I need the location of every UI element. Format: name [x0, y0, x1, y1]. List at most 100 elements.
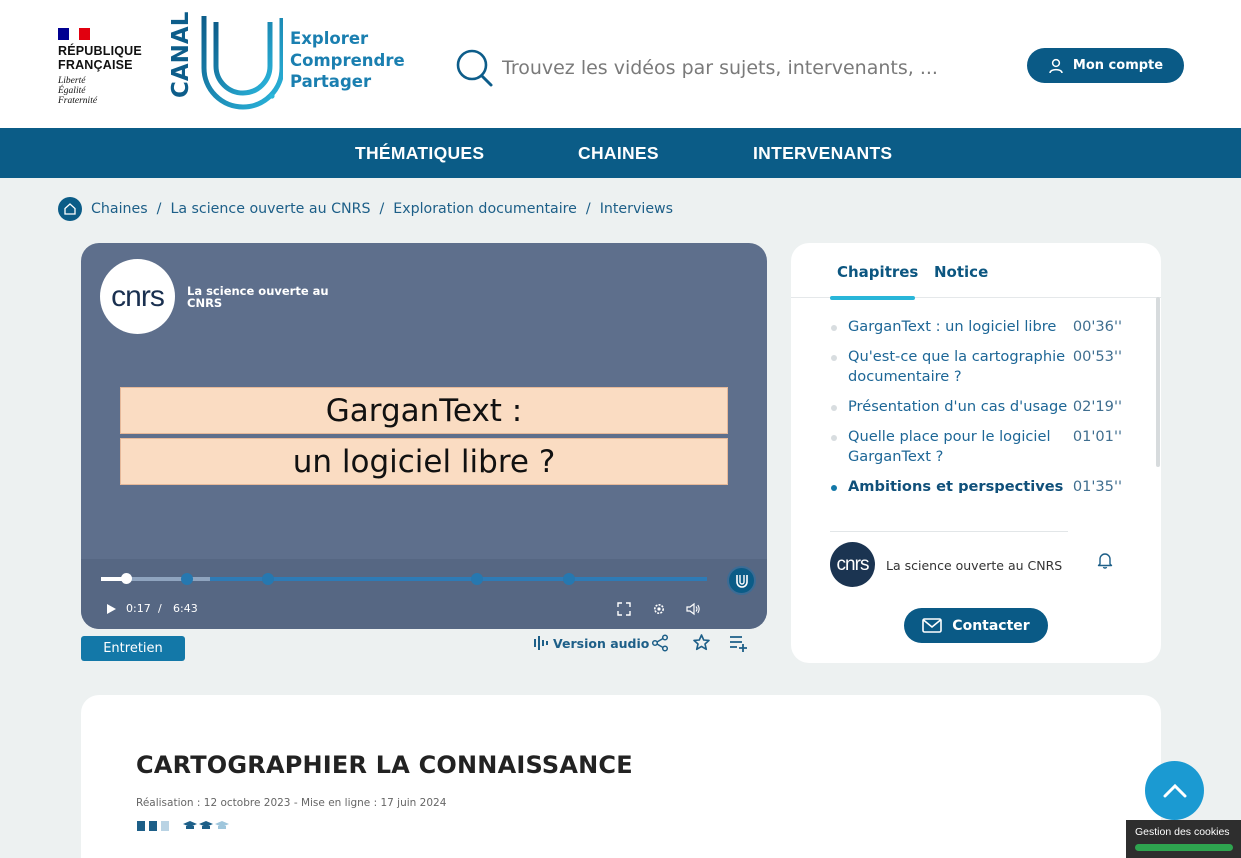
- volume-icon[interactable]: [685, 601, 701, 617]
- add-to-playlist-icon[interactable]: [729, 634, 749, 652]
- current-time: 0:17: [126, 602, 151, 615]
- video-player[interactable]: cnrs La science ouverte au CNRS GarganTe…: [81, 243, 767, 629]
- breadcrumb-separator: /: [156, 201, 162, 217]
- tab-chapitres[interactable]: Chapitres: [837, 263, 918, 281]
- chapter-title: Ambitions et perspectives: [848, 478, 1064, 493]
- audio-version-label: Version audio: [553, 635, 650, 651]
- slide-line-1: GarganText :: [120, 387, 728, 434]
- scroll-to-top-button[interactable]: [1145, 761, 1204, 820]
- chapter-bullet: [831, 325, 837, 331]
- time-separator: /: [158, 602, 162, 615]
- chapter-duration: 00'36'': [1072, 318, 1122, 335]
- breadcrumb-interviews[interactable]: Interviews: [600, 201, 673, 217]
- republic-line-2: FRANÇAISE: [58, 58, 133, 72]
- chapter-bullet: [831, 405, 837, 411]
- chapter-title: Présentation d'un cas d'usage: [848, 398, 1068, 415]
- chapter-title: Qu'est-ce que la cartographie documentai…: [848, 348, 1066, 385]
- motto-line-1: Liberté: [58, 76, 86, 86]
- cookie-status-bar: [1135, 844, 1233, 851]
- channel-avatar-text: cnrs: [836, 553, 870, 575]
- cnrs-logo-text: cnrs: [111, 279, 165, 313]
- chapter-marker[interactable]: [563, 573, 575, 585]
- tagline: Explorer Comprendre Partager: [290, 28, 405, 93]
- chevron-up-icon: [1163, 783, 1186, 797]
- motto-line-3: Fraternité: [58, 96, 98, 106]
- chapter-list: GarganText : un logiciel libre 00'36'' Q…: [830, 315, 1130, 493]
- breadcrumb-chaines[interactable]: Chaines: [91, 201, 148, 217]
- chapter-duration: 02'19'': [1072, 398, 1122, 415]
- breadcrumb-channel[interactable]: La science ouverte au CNRS: [170, 201, 370, 217]
- chapter-bullet: [831, 355, 837, 361]
- video-info-card: CARTOGRAPHIER LA CONNAISSANCE Réalisatio…: [81, 695, 1161, 858]
- chapter-marker[interactable]: [262, 573, 274, 585]
- chapter-marker[interactable]: [471, 573, 483, 585]
- motto-line-2: Égalité: [58, 86, 86, 96]
- chapter-duration: 01'01'': [1072, 428, 1122, 445]
- bell-icon[interactable]: [1097, 551, 1113, 569]
- favorite-star-icon[interactable]: [692, 633, 711, 652]
- republic-motto: Liberté Égalité Fraternité: [58, 76, 158, 106]
- chapter-bullet: [831, 435, 837, 441]
- chapters-panel: Chapitres Notice GarganText : un logicie…: [791, 243, 1161, 663]
- chapter-marker[interactable]: [181, 573, 193, 585]
- content-type-tag[interactable]: Entretien: [81, 636, 185, 661]
- share-icon[interactable]: [651, 634, 669, 652]
- chapter-title: Quelle place pour le logiciel GarganText…: [848, 428, 1051, 465]
- chapter-bullet: [831, 485, 837, 491]
- french-flag-icon: [58, 28, 91, 40]
- education-level-icon: [183, 821, 229, 829]
- tagline-explorer: Explorer: [290, 29, 369, 48]
- breadcrumb-separator: /: [585, 201, 591, 217]
- home-button[interactable]: [58, 197, 82, 221]
- canal-u-logo[interactable]: CANAL: [168, 12, 283, 110]
- player-controls: 0:17 / 6:43: [81, 559, 767, 629]
- svg-text:CANAL: CANAL: [168, 12, 194, 98]
- audio-version-button[interactable]: Version audio: [533, 632, 649, 654]
- progress-buffered: [126, 577, 211, 581]
- canal-u-player-icon[interactable]: [727, 566, 756, 595]
- video-title: CARTOGRAPHIER LA CONNAISSANCE: [136, 751, 633, 779]
- chapter-title: GarganText : un logiciel libre: [848, 318, 1057, 335]
- slide-line-2: un logiciel libre ?: [120, 438, 728, 485]
- cnrs-logo: cnrs: [100, 259, 175, 334]
- settings-icon[interactable]: [651, 601, 667, 617]
- breadcrumb-collection[interactable]: Exploration documentaire: [393, 201, 577, 217]
- site-header: RÉPUBLIQUE FRANÇAISE Liberté Égalité Fra…: [0, 0, 1241, 128]
- fullscreen-icon[interactable]: [616, 601, 632, 617]
- panel-divider: [830, 531, 1068, 532]
- nav-item-chaines[interactable]: CHAINES: [578, 128, 659, 178]
- play-icon[interactable]: [103, 601, 119, 617]
- main-nav: THÉMATIQUES CHAINES INTERVENANTS: [0, 128, 1241, 178]
- level-indicators: [136, 820, 232, 832]
- nav-item-thematiques[interactable]: THÉMATIQUES: [355, 128, 484, 178]
- channel-avatar[interactable]: cnrs: [830, 542, 875, 587]
- tagline-partager: Partager: [290, 72, 372, 91]
- contact-button[interactable]: Contacter: [904, 608, 1048, 643]
- search-icon[interactable]: [456, 48, 494, 88]
- video-channel-overlay: La science ouverte au CNRS: [187, 284, 329, 310]
- breadcrumb: Chaines / La science ouverte au CNRS / E…: [58, 197, 673, 221]
- republic-line-1: RÉPUBLIQUE: [58, 44, 142, 58]
- mail-icon: [922, 618, 943, 633]
- active-tab-indicator: [830, 296, 915, 300]
- cookie-settings-label: Gestion des cookies: [1135, 826, 1230, 838]
- chapter-duration: 00'53'': [1072, 348, 1122, 365]
- republique-francaise-logo[interactable]: RÉPUBLIQUE FRANÇAISE Liberté Égalité Fra…: [58, 28, 158, 106]
- account-button[interactable]: Mon compte: [1027, 48, 1184, 83]
- document-level-icon: [137, 821, 169, 831]
- tagline-comprendre: Comprendre: [290, 50, 405, 70]
- contact-label: Contacter: [952, 617, 1030, 634]
- account-label: Mon compte: [1072, 58, 1164, 73]
- chapter-scrollbar[interactable]: [1156, 297, 1160, 467]
- tab-notice[interactable]: Notice: [934, 263, 988, 281]
- cookie-settings-button[interactable]: Gestion des cookies: [1126, 820, 1241, 858]
- progress-bar[interactable]: [101, 573, 707, 585]
- search-input[interactable]: [502, 57, 972, 79]
- republic-name: RÉPUBLIQUE FRANÇAISE: [58, 44, 158, 72]
- nav-item-intervenants[interactable]: INTERVENANTS: [753, 128, 892, 178]
- progress-thumb[interactable]: [121, 573, 133, 584]
- chapter-duration: 01'35'': [1072, 478, 1122, 493]
- channel-name[interactable]: La science ouverte au CNRS: [886, 558, 1062, 573]
- duration: 6:43: [173, 602, 198, 615]
- u-icon: [735, 574, 748, 588]
